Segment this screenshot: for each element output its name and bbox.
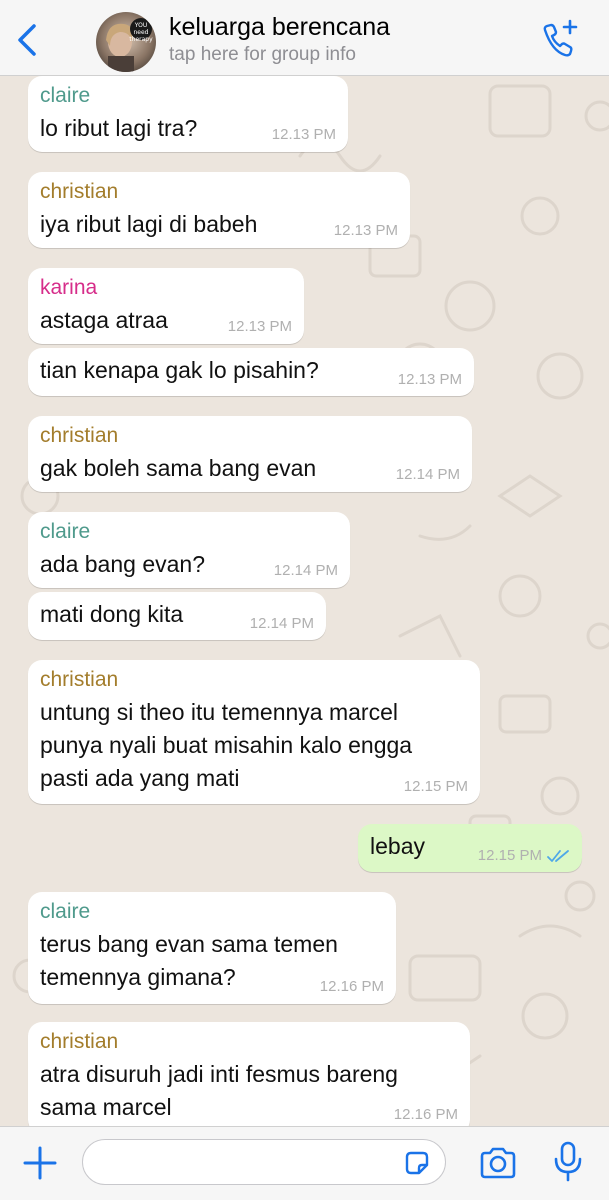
message-time: 12.16 PM: [319, 978, 384, 995]
microphone-button[interactable]: [553, 1141, 583, 1183]
message-text-line: atra disuruh jadi inti fesmus bareng: [40, 1061, 398, 1087]
message-text: ada bang evan?: [40, 551, 205, 577]
message-text: lebay: [370, 833, 425, 859]
message-text: iya ribut lagi di babeh: [40, 211, 258, 237]
message-text: mati dong kita: [40, 601, 184, 627]
camera-icon: [480, 1147, 516, 1179]
phone-plus-icon: [543, 19, 578, 57]
outgoing-message-bubble[interactable]: lebay 12.15 PM: [358, 824, 582, 872]
sender-name[interactable]: claire: [40, 900, 90, 924]
add-call-button[interactable]: [536, 18, 580, 62]
message-text: gak boleh sama bang evan: [40, 455, 317, 481]
message-bubble[interactable]: claire lo ribut lagi tra? 12.13 PM: [28, 76, 348, 152]
message-text-line: terus bang evan sama temen: [40, 931, 338, 957]
message-time: 12.14 PM: [273, 562, 338, 579]
sticker-icon: [405, 1151, 429, 1175]
message-time: 12.13 PM: [397, 371, 462, 388]
message-bubble[interactable]: tian kenapa gak lo pisahin? 12.13 PM: [28, 348, 474, 396]
message-text-line: pasti ada yang mati: [40, 765, 240, 791]
message-bubble[interactable]: claire terus bang evan sama temen temenn…: [28, 892, 396, 1004]
message-time: 12.13 PM: [333, 222, 398, 239]
sender-name[interactable]: christian: [40, 668, 118, 692]
message-text-line: sama marcel: [40, 1094, 172, 1120]
plus-icon: [23, 1146, 57, 1180]
avatar-caption: YOU need therapy: [129, 22, 153, 43]
microphone-icon: [554, 1141, 582, 1182]
message-bubble[interactable]: christian atra disuruh jadi inti fesmus …: [28, 1022, 470, 1126]
message-time: 12.13 PM: [271, 126, 336, 143]
message-text-line: temennya gimana?: [40, 964, 236, 990]
message-text-line: punya nyali buat misahin kalo engga: [40, 732, 413, 758]
message-input[interactable]: [82, 1139, 446, 1185]
sender-name[interactable]: christian: [40, 1030, 118, 1054]
message-text-line: untung si theo itu temennya marcel: [40, 699, 398, 725]
double-check-read-icon: [547, 850, 569, 862]
group-info-hint[interactable]: tap here for group info: [169, 44, 356, 66]
composer-bar: [0, 1126, 609, 1200]
sender-name[interactable]: christian: [40, 180, 118, 204]
message-time: 12.15 PM: [477, 847, 542, 864]
message-text: lo ribut lagi tra?: [40, 115, 198, 141]
camera-button[interactable]: [478, 1145, 518, 1181]
group-title[interactable]: keluarga berencana: [169, 13, 390, 42]
message-bubble[interactable]: christian gak boleh sama bang evan 12.14…: [28, 416, 472, 492]
message-time: 12.16 PM: [393, 1106, 458, 1123]
back-button[interactable]: [10, 20, 46, 60]
sender-name[interactable]: karina: [40, 276, 97, 300]
message-time: 12.14 PM: [395, 466, 460, 483]
chat-header: YOU need therapy keluarga berencana tap …: [0, 0, 609, 76]
message-bubble[interactable]: claire ada bang evan? 12.14 PM: [28, 512, 350, 588]
sender-name[interactable]: claire: [40, 84, 90, 108]
sticker-button[interactable]: [403, 1149, 431, 1177]
message-time: 12.15 PM: [403, 778, 468, 795]
message-time: 12.14 PM: [249, 615, 314, 632]
message-bubble[interactable]: mati dong kita 12.14 PM: [28, 592, 326, 640]
message-text: tian kenapa gak lo pisahin?: [40, 357, 319, 383]
chevron-left-icon: [18, 24, 36, 56]
sender-name[interactable]: claire: [40, 520, 90, 544]
message-text: astaga atraa: [40, 307, 168, 333]
message-bubble[interactable]: karina astaga atraa 12.13 PM: [28, 268, 304, 344]
group-avatar[interactable]: YOU need therapy: [96, 12, 156, 72]
message-bubble[interactable]: christian iya ribut lagi di babeh 12.13 …: [28, 172, 410, 248]
attach-button[interactable]: [22, 1145, 58, 1181]
message-time: 12.13 PM: [227, 318, 292, 335]
message-bubble[interactable]: christian untung si theo itu temennya ma…: [28, 660, 480, 804]
sender-name[interactable]: christian: [40, 424, 118, 448]
message-list[interactable]: claire lo ribut lagi tra? 12.13 PM chris…: [0, 76, 609, 1126]
